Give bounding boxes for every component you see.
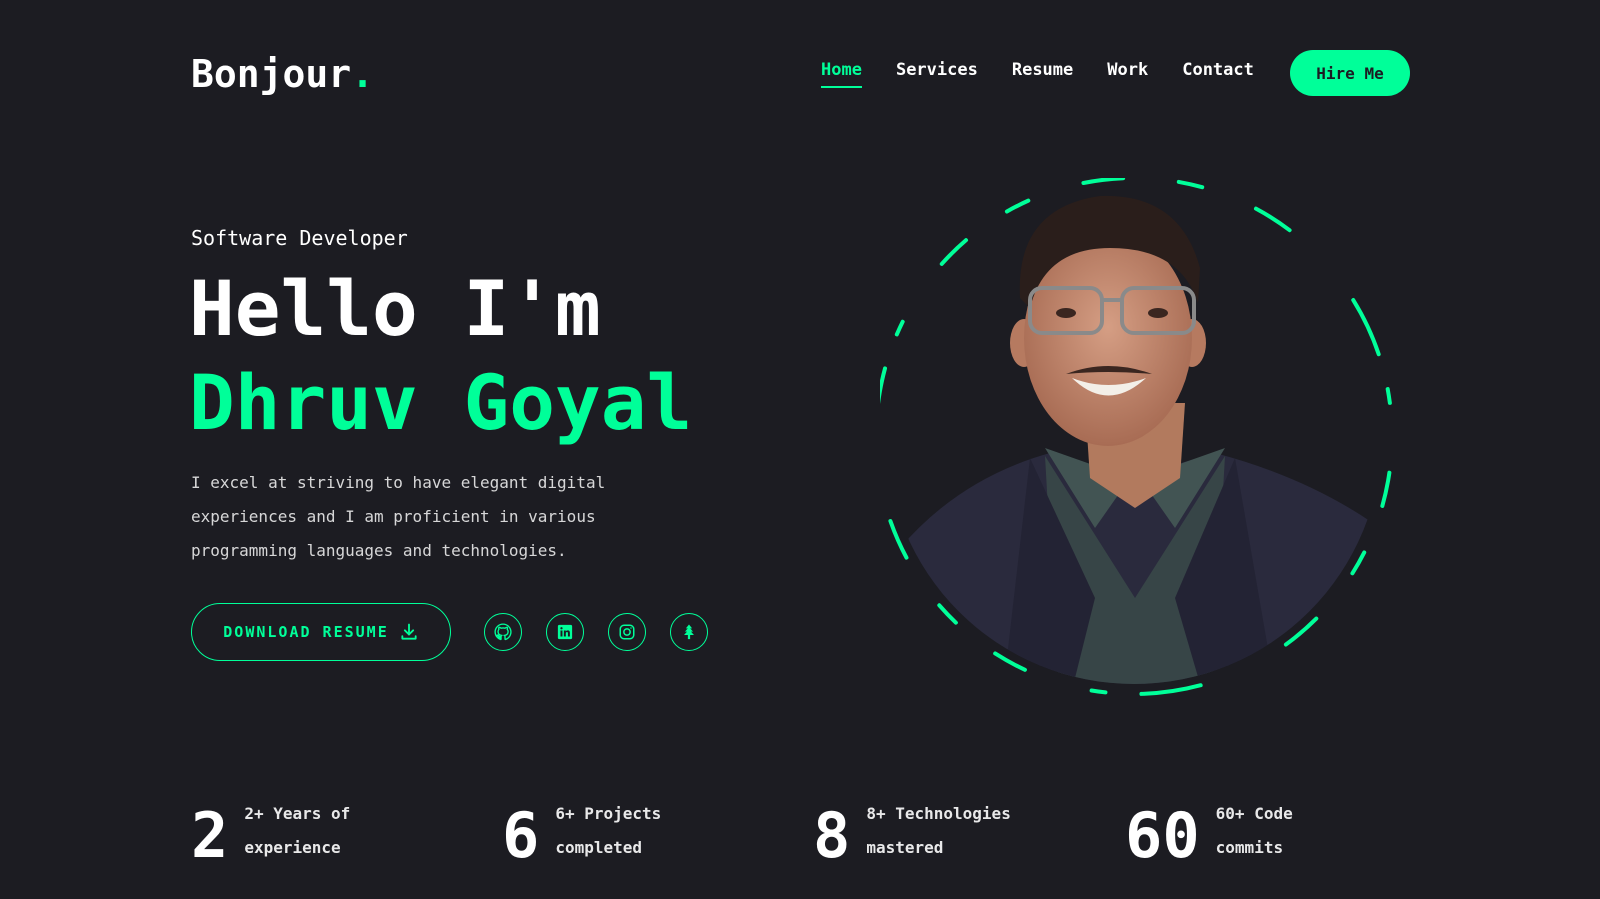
- hero-description: I excel at striving to have elegant digi…: [191, 473, 606, 560]
- stat-number: 2: [191, 799, 229, 872]
- stat-number: 60: [1125, 799, 1200, 872]
- stat-label: 60+ Code commits: [1216, 797, 1293, 865]
- stat-label: 8+ Technologies mastered: [866, 797, 1011, 865]
- stat-technologies: 8 8+ Technologies mastered: [813, 799, 1011, 872]
- hero-headline: Hello I'm Dhruv Goyal: [189, 262, 692, 450]
- logo[interactable]: Bonjour.: [191, 52, 374, 96]
- linkedin-link[interactable]: [546, 613, 584, 651]
- stat-label-line2: completed: [555, 838, 643, 857]
- stat-label-line2: commits: [1215, 838, 1284, 857]
- logo-text: Bonjour: [191, 52, 352, 96]
- stat-experience: 2 2+ Years of experience: [191, 799, 350, 872]
- linkedin-icon: [557, 624, 573, 640]
- hero-name: Dhruv Goyal: [189, 358, 693, 447]
- stats-bar: 2 2+ Years of experience 6 6+ Projects c…: [191, 799, 1411, 875]
- stat-label-line1: 8+ Technologies: [866, 804, 1011, 823]
- social-links: [484, 613, 708, 651]
- hero-actions: DOWNLOAD RESUME: [191, 602, 708, 662]
- stat-label-line1: 60+ Code: [1215, 804, 1293, 823]
- stat-label: 2+ Years of experience: [244, 797, 350, 865]
- stat-number: 6: [502, 799, 540, 872]
- hero-subtitle: Software Developer: [191, 226, 408, 250]
- download-resume-button[interactable]: DOWNLOAD RESUME: [191, 603, 451, 661]
- stat-label-line2: experience: [244, 838, 341, 857]
- nav-services[interactable]: Services: [896, 60, 978, 88]
- profile-photo: [880, 178, 1394, 696]
- github-link[interactable]: [484, 613, 522, 651]
- linktree-icon: [684, 624, 694, 640]
- stat-label-line1: 2+ Years of: [244, 804, 351, 823]
- linktree-link[interactable]: [670, 613, 708, 651]
- stat-label: 6+ Projects completed: [555, 797, 661, 865]
- nav-resume[interactable]: Resume: [1012, 60, 1073, 88]
- instagram-icon: [619, 624, 635, 640]
- stat-projects: 6 6+ Projects completed: [502, 799, 661, 872]
- stat-label-line1: 6+ Projects: [555, 804, 662, 823]
- nav-home[interactable]: Home: [821, 60, 862, 88]
- logo-dot: .: [351, 52, 375, 96]
- github-icon: [494, 623, 512, 641]
- profile-portrait: [880, 178, 1412, 710]
- download-icon: [401, 623, 417, 640]
- nav-work[interactable]: Work: [1107, 60, 1148, 88]
- stat-commits: 60 60+ Code commits: [1125, 799, 1293, 872]
- instagram-link[interactable]: [608, 613, 646, 651]
- hero-greeting: Hello I'm: [189, 264, 601, 353]
- main-nav: Home Services Resume Work Contact: [821, 60, 1254, 88]
- stat-label-line2: mastered: [866, 838, 944, 857]
- download-resume-label: DOWNLOAD RESUME: [223, 623, 389, 641]
- stat-number: 8: [813, 799, 851, 872]
- site-header: Bonjour. Home Services Resume Work Conta…: [191, 48, 1411, 98]
- hire-me-button[interactable]: Hire Me: [1290, 50, 1410, 96]
- nav-contact[interactable]: Contact: [1182, 60, 1254, 88]
